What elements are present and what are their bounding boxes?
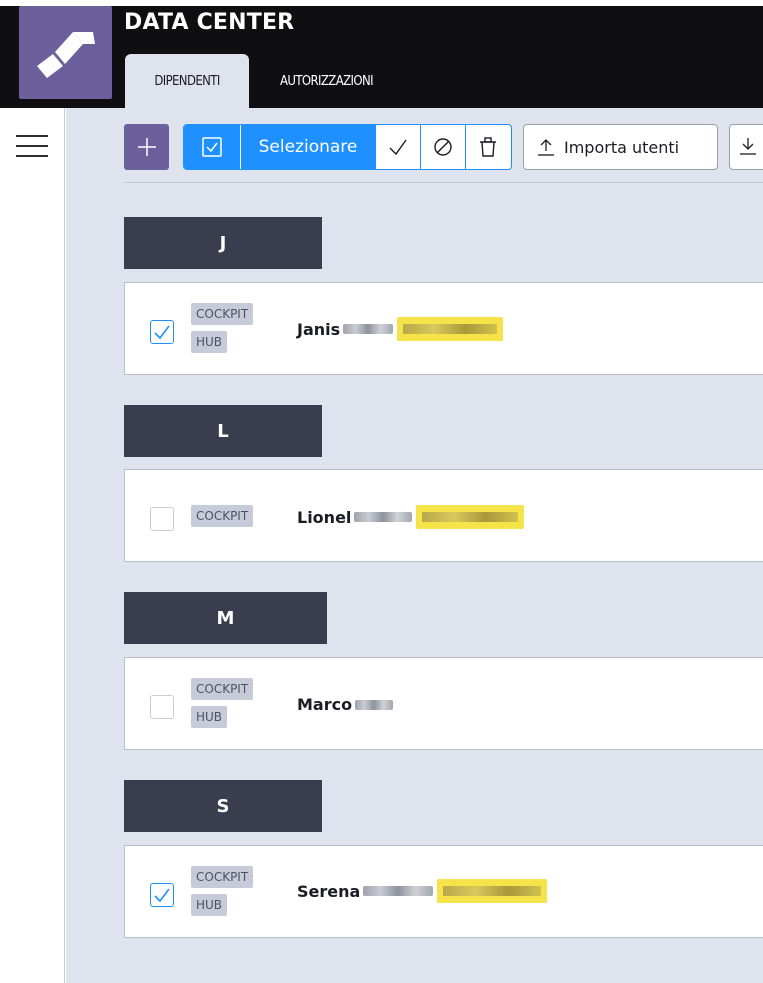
user-card-serena[interactable]: COCKPIT HUB Serena [124, 845, 763, 938]
redacted-surname [363, 886, 434, 896]
badge-hub: HUB [191, 331, 228, 353]
add-user-button[interactable] [124, 124, 169, 170]
tab-autorizzazioni[interactable]: AUTORIZZAZIONI [262, 54, 432, 108]
redacted-surname [354, 512, 413, 522]
check-icon [389, 139, 407, 156]
user-first-name: Marco [297, 695, 353, 714]
user-card-marco[interactable]: COCKPIT HUB Marco [124, 657, 763, 750]
redacted-highlight [397, 317, 504, 341]
plus-icon [138, 138, 156, 156]
badge-cockpit: COCKPIT [191, 303, 254, 325]
import-users-button[interactable]: Importa utenti [523, 124, 718, 170]
app-title: DATA CENTER [124, 10, 295, 35]
check-icon [154, 888, 170, 903]
badge-hub: HUB [191, 894, 228, 916]
user-card-janis[interactable]: COCKPIT HUB Janis [124, 282, 763, 375]
header-top-strip [0, 0, 763, 6]
toolbar-divider [124, 182, 763, 183]
tab-dipendenti[interactable]: DIPENDENTI [125, 54, 249, 108]
trash-icon [480, 137, 496, 157]
user-name: Janis [297, 317, 504, 341]
group-header-l: L [124, 405, 322, 457]
select-all-button[interactable] [375, 125, 420, 169]
badge-cockpit: COCKPIT [191, 678, 254, 700]
upload-icon [538, 139, 554, 156]
export-users-button[interactable] [729, 124, 763, 170]
user-checkbox[interactable] [150, 695, 174, 719]
user-name: Marco [297, 695, 394, 714]
redacted-highlight [437, 879, 548, 903]
user-checkbox[interactable] [150, 507, 174, 531]
redacted-highlight [416, 505, 525, 529]
checkbox-icon [202, 137, 222, 157]
group-header-j: J [124, 217, 322, 269]
user-first-name: Janis [297, 319, 341, 339]
sidebar [0, 108, 65, 983]
user-name: Serena [297, 879, 548, 903]
check-icon [154, 325, 170, 340]
ban-icon [434, 138, 452, 156]
logo-icon [37, 32, 95, 78]
group-header-s: S [124, 780, 322, 832]
app-logo[interactable] [19, 6, 112, 99]
download-icon [740, 138, 756, 155]
deselect-button[interactable] [420, 125, 465, 169]
user-checkbox[interactable] [150, 883, 174, 907]
select-group: Selezionare [183, 124, 512, 170]
user-card-lionel[interactable]: COCKPIT Lionel [124, 469, 763, 562]
user-first-name: Lionel [297, 507, 352, 527]
select-toggle-button[interactable] [184, 125, 241, 169]
delete-button[interactable] [465, 125, 510, 169]
badge-cockpit: COCKPIT [191, 505, 254, 527]
badge-hub: HUB [191, 706, 228, 728]
user-first-name: Serena [297, 881, 361, 901]
user-checkbox[interactable] [150, 320, 174, 344]
select-button[interactable]: Selezionare [241, 125, 375, 169]
menu-icon[interactable] [16, 133, 48, 159]
redacted-surname [355, 699, 394, 710]
user-name: Lionel [297, 505, 525, 529]
badge-cockpit: COCKPIT [191, 866, 254, 888]
redacted-surname [343, 324, 394, 334]
group-header-m: M [124, 592, 327, 644]
import-users-label: Importa utenti [564, 137, 680, 157]
